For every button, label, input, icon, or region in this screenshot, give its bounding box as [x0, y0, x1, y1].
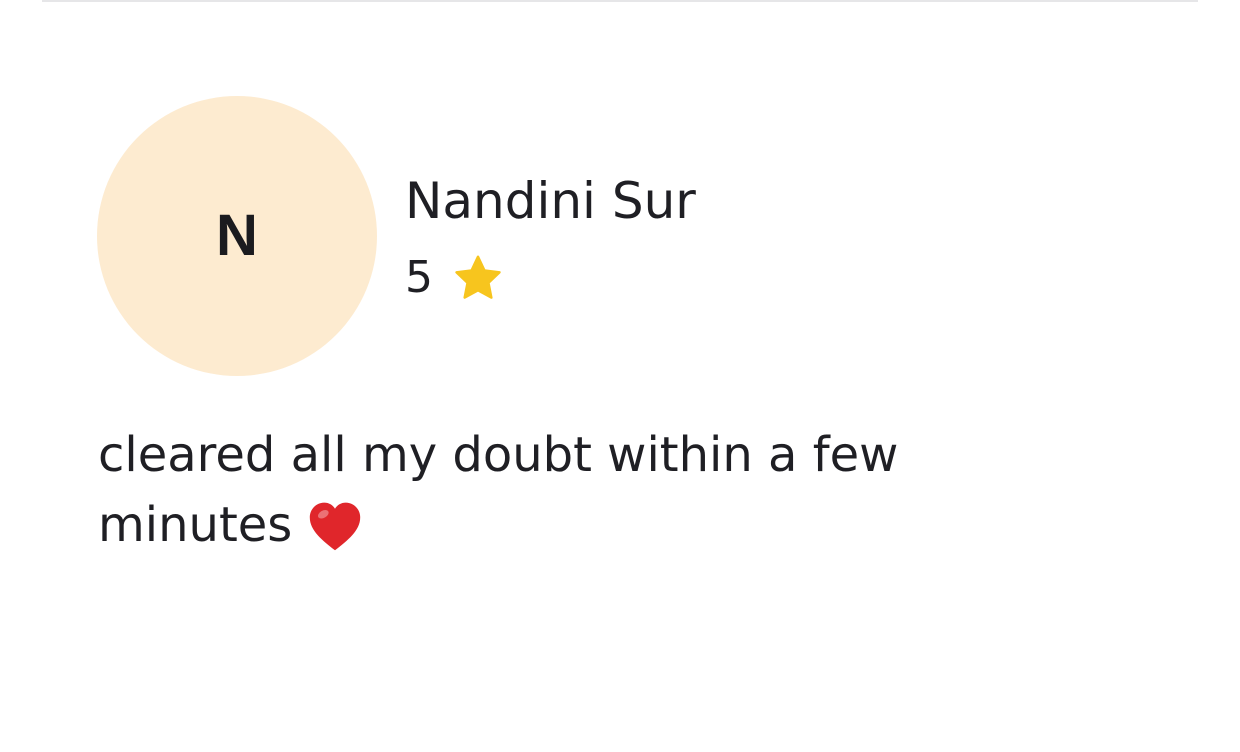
- heart-icon: [310, 502, 361, 551]
- review-text-line-2-text: minutes: [98, 497, 293, 553]
- reviewer-name: Nandini Sur: [405, 172, 696, 230]
- rating-row: 5: [405, 250, 503, 306]
- avatar-initial: N: [216, 203, 258, 268]
- review-card: N Nandini Sur 5 cleared all my doubt wit…: [0, 0, 1240, 752]
- avatar: N: [97, 96, 377, 376]
- star-icon: [455, 255, 501, 299]
- review-text-line-1: cleared all my doubt within a few: [98, 427, 899, 483]
- rating-value: 5: [405, 252, 433, 303]
- review-text-line-2: minutes: [98, 490, 998, 560]
- review-text: cleared all my doubt within a few minute…: [98, 420, 998, 560]
